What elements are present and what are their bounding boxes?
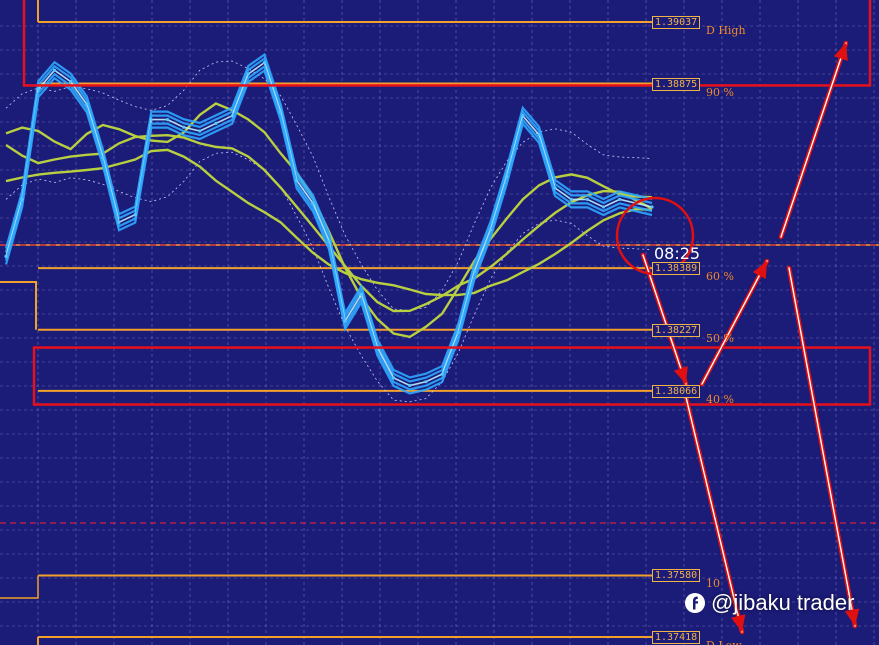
price-point <box>456 330 460 334</box>
arrow-up-2 <box>778 40 849 240</box>
level-label: 60 % <box>706 270 734 284</box>
price-point <box>408 383 412 388</box>
price-point <box>343 319 347 323</box>
level-label: D High <box>706 24 746 37</box>
projection-arrows <box>640 40 860 635</box>
price-chart <box>0 0 879 645</box>
price-point <box>36 87 40 91</box>
price-point <box>359 292 363 296</box>
price-tag: 1.37418 <box>652 631 701 644</box>
price-tag: 1.39037 <box>652 16 701 29</box>
level-label: 50 % <box>706 331 734 345</box>
price-point <box>505 175 509 179</box>
price-point <box>537 133 541 137</box>
level-label: 10 <box>706 577 720 591</box>
price-point <box>569 197 573 201</box>
price-point <box>279 110 283 114</box>
price-point <box>230 114 234 118</box>
price-point <box>440 372 444 376</box>
price-point <box>20 197 24 201</box>
grid <box>0 0 879 645</box>
price-point <box>133 213 137 217</box>
level-label: 90 % <box>706 85 734 99</box>
price-point <box>117 220 121 224</box>
price-point <box>392 376 396 380</box>
price-strand <box>5 61 653 387</box>
price-level-lines <box>0 0 879 645</box>
arrow-head <box>673 366 688 384</box>
price-tag: 1.38389 <box>652 262 701 276</box>
price-point <box>295 178 299 182</box>
price-point <box>521 114 525 118</box>
price-point <box>69 80 73 84</box>
watermark: @jibaku trader <box>684 590 854 616</box>
price-point <box>553 186 557 190</box>
price-point <box>618 197 622 201</box>
price-point <box>488 228 493 232</box>
price-point <box>472 270 476 274</box>
watermark-text: @jibaku trader <box>711 590 855 615</box>
price-point <box>165 118 170 122</box>
chart-root: 1.39037 D High 1.38875 90 % 1.38389 60 % 1.382… <box>0 0 879 645</box>
price-tag: 1.38066 <box>652 384 701 398</box>
price-tag: 1.37580 <box>652 569 701 583</box>
price-point <box>246 72 250 76</box>
price-point <box>4 254 8 258</box>
price-point <box>52 68 57 72</box>
moving-average-slow <box>5 148 653 297</box>
price-point <box>214 121 218 125</box>
price-point <box>311 201 315 205</box>
price-point <box>327 239 331 243</box>
level-label: D Low <box>706 639 742 645</box>
price-tag: 1.38227 <box>652 323 701 337</box>
price-point <box>101 156 105 160</box>
price-point <box>262 61 266 65</box>
price-strand <box>4 64 653 391</box>
zone-boxes <box>22 0 872 406</box>
brand-logo-icon <box>685 593 705 613</box>
resistance-zone-box <box>22 0 872 87</box>
price-point <box>182 125 186 129</box>
price-tag: 1.38875 <box>652 77 701 91</box>
arrow-head <box>833 43 848 61</box>
price-point <box>585 197 590 201</box>
arrow-core <box>788 267 856 627</box>
bar-countdown: 08:25 <box>654 244 701 263</box>
price-point <box>601 205 606 209</box>
arrow-down-3 <box>786 265 860 629</box>
price-series <box>4 52 654 395</box>
price-point <box>85 102 89 106</box>
price-point <box>198 129 202 133</box>
price-point <box>650 205 654 209</box>
price-point <box>149 118 153 122</box>
level-step <box>0 575 39 599</box>
price-point <box>424 380 428 384</box>
level-step <box>0 281 37 330</box>
level-label: 40 % <box>706 392 734 406</box>
